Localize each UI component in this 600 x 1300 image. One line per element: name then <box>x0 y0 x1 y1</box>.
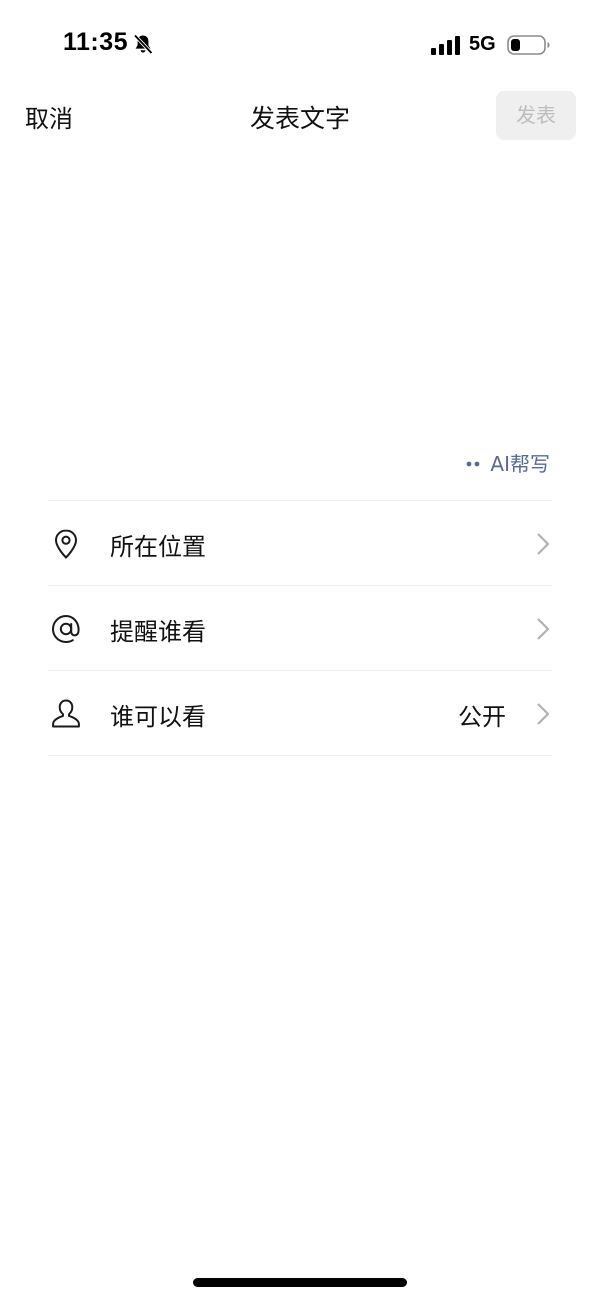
ai-dots-icon <box>467 461 480 466</box>
post-options-list: 所在位置 提醒谁看 谁可以看 公开 <box>48 500 552 756</box>
signal-strength-icon <box>431 36 460 55</box>
ai-write-label: AI帮写 <box>490 452 550 476</box>
visibility-value: 公开 <box>458 703 506 731</box>
chevron-right-icon <box>537 618 550 640</box>
at-sign-icon <box>51 614 80 644</box>
chevron-right-icon <box>537 533 550 555</box>
mention-label: 提醒谁看 <box>110 618 206 646</box>
home-indicator <box>193 1278 407 1287</box>
publish-button[interactable]: 发表 <box>496 91 576 140</box>
ai-write-button[interactable]: AI帮写 <box>466 448 550 477</box>
mention-row[interactable]: 提醒谁看 <box>48 586 552 671</box>
post-text-input[interactable] <box>48 160 556 434</box>
nav-bar: 取消 发表文字 发表 <box>0 90 600 144</box>
location-label: 所在位置 <box>110 533 206 561</box>
status-bar: 11:35 5G <box>0 0 600 90</box>
status-time: 11:35 <box>63 28 129 56</box>
visibility-label: 谁可以看 <box>110 703 206 731</box>
chevron-right-icon <box>537 703 550 725</box>
visibility-row[interactable]: 谁可以看 公开 <box>48 671 552 756</box>
battery-icon <box>507 35 550 55</box>
person-icon <box>52 699 80 728</box>
network-type: 5G <box>469 33 496 55</box>
bell-off-icon <box>133 34 153 55</box>
location-pin-icon <box>54 529 78 559</box>
location-row[interactable]: 所在位置 <box>48 501 552 586</box>
